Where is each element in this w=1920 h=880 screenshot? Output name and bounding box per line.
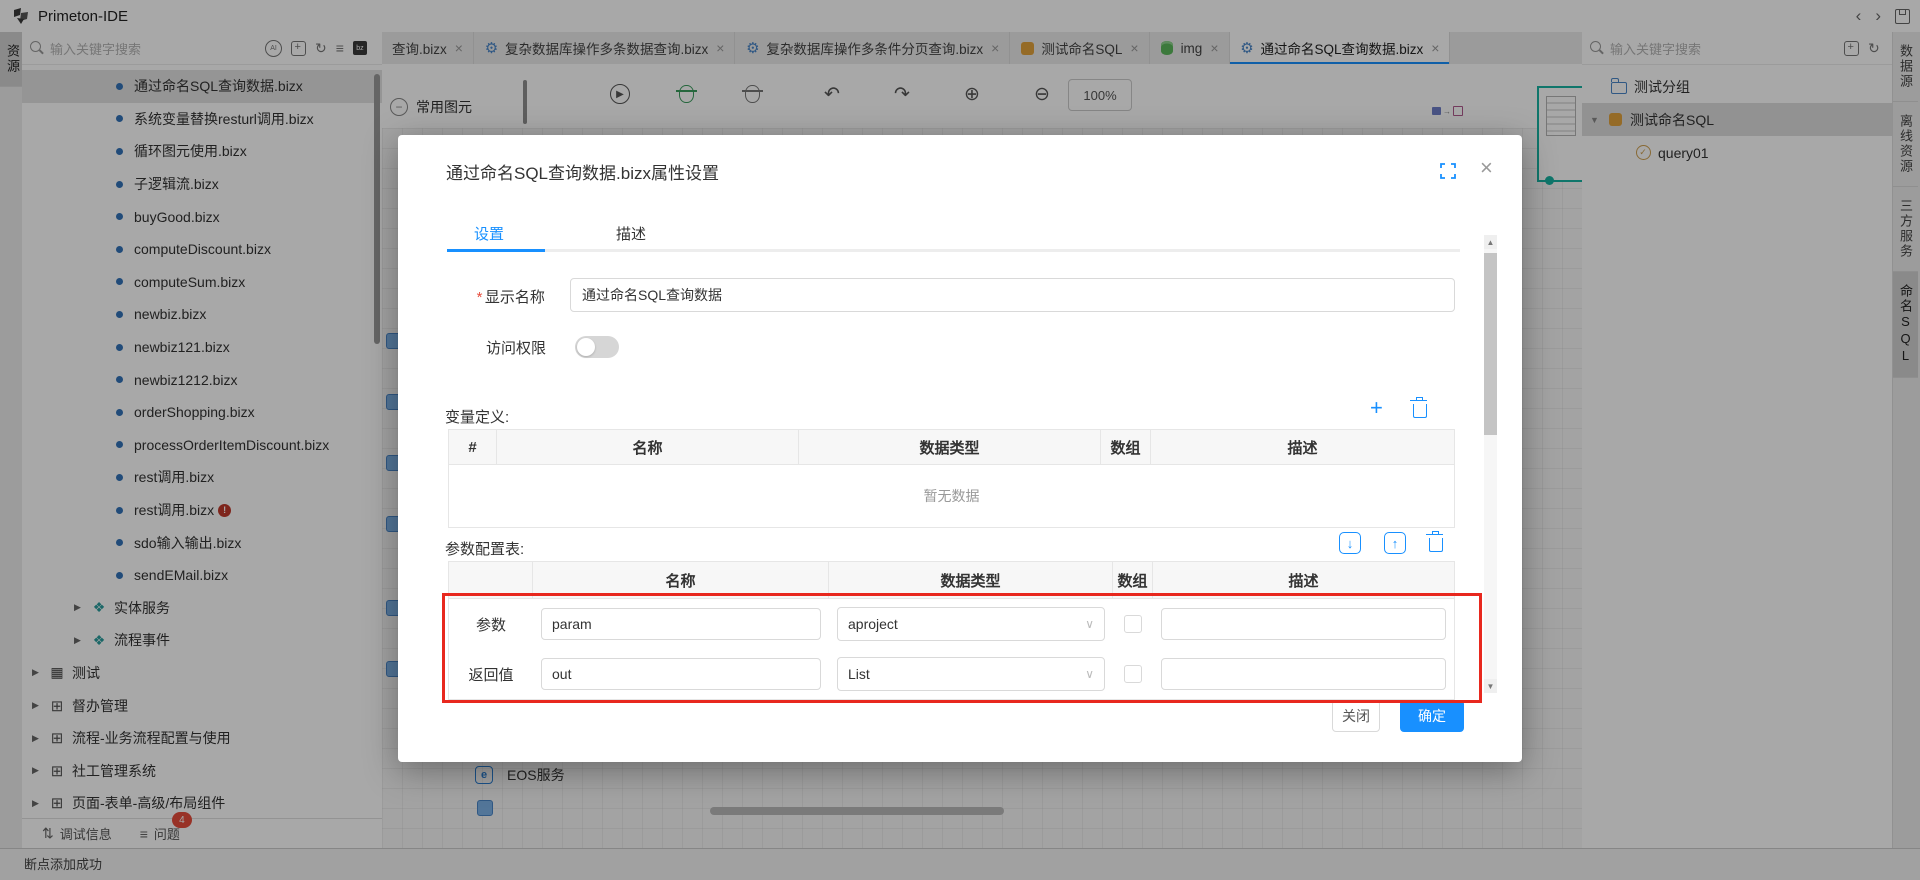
col-array: 数组 [1101,430,1151,464]
maximize-icon[interactable] [1440,163,1456,182]
col-rowtype [449,562,533,598]
col-desc: 描述 [1151,430,1454,464]
param-desc-input[interactable] [1161,608,1446,640]
delete-variable-icon[interactable] [1413,404,1427,418]
properties-dialog: 通过命名SQL查询数据.bizx属性设置 × 设置 描述 *显示名称 访问权限 … [398,135,1522,762]
empty-placeholder: 暂无数据 [449,465,1454,527]
param-row: 参数 aproject ∨ [449,599,1454,649]
col-type: 数据类型 [829,562,1113,598]
param-type-value: aproject [848,616,898,632]
access-toggle[interactable] [575,336,619,358]
col-name: 名称 [497,430,799,464]
active-tab-underline [447,249,545,252]
param-row-label: 参数 [449,614,533,635]
import-params-icon[interactable]: ↓ [1339,532,1361,554]
scroll-up-icon[interactable]: ▲ [1484,235,1497,249]
scroll-down-icon[interactable]: ▼ [1484,679,1497,693]
params-table: 名称 数据类型 数组 描述 参数 aproject ∨ [448,561,1455,700]
col-desc: 描述 [1153,562,1454,598]
param-row-label: 返回值 [449,664,533,685]
col-index: # [449,430,497,464]
param-type-select[interactable]: aproject ∨ [837,607,1105,641]
export-params-icon[interactable]: ↑ [1384,532,1406,554]
delete-param-icon[interactable] [1429,538,1443,552]
chevron-down-icon: ∨ [1085,617,1094,631]
tab-underline-track [545,249,1460,252]
close-icon[interactable]: × [1480,155,1493,181]
param-name-input[interactable] [541,658,821,690]
param-type-select[interactable]: List ∨ [837,657,1105,691]
variables-table: # 名称 数据类型 数组 描述 暂无数据 [448,429,1455,528]
modal-scrollbar-thumb[interactable] [1484,253,1497,435]
dialog-title: 通过命名SQL查询数据.bizx属性设置 [446,159,719,184]
display-name-input[interactable] [570,278,1455,312]
col-name: 名称 [533,562,829,598]
close-button[interactable]: 关闭 [1332,700,1380,732]
array-checkbox[interactable] [1124,665,1142,683]
param-type-value: List [848,666,870,682]
param-name-input[interactable] [541,608,821,640]
required-asterisk: * [476,289,482,306]
add-variable-icon[interactable]: + [1370,397,1383,419]
array-checkbox[interactable] [1124,615,1142,633]
param-row: 返回值 List ∨ [449,649,1454,699]
app-window: Primeton-IDE ‹ › 资源 AI ↻ ≡ bz [0,0,1920,880]
tab-description[interactable]: 描述 [616,223,646,244]
confirm-button[interactable]: 确定 [1400,700,1464,732]
col-type: 数据类型 [799,430,1101,464]
params-section-label: 参数配置表: [445,538,524,559]
display-name-label: *显示名称 [476,286,545,307]
chevron-down-icon: ∨ [1085,667,1094,681]
col-array: 数组 [1113,562,1153,598]
variables-section-label: 变量定义: [445,406,509,427]
param-desc-input[interactable] [1161,658,1446,690]
tab-settings[interactable]: 设置 [474,223,504,244]
access-label: 访问权限 [486,337,546,358]
